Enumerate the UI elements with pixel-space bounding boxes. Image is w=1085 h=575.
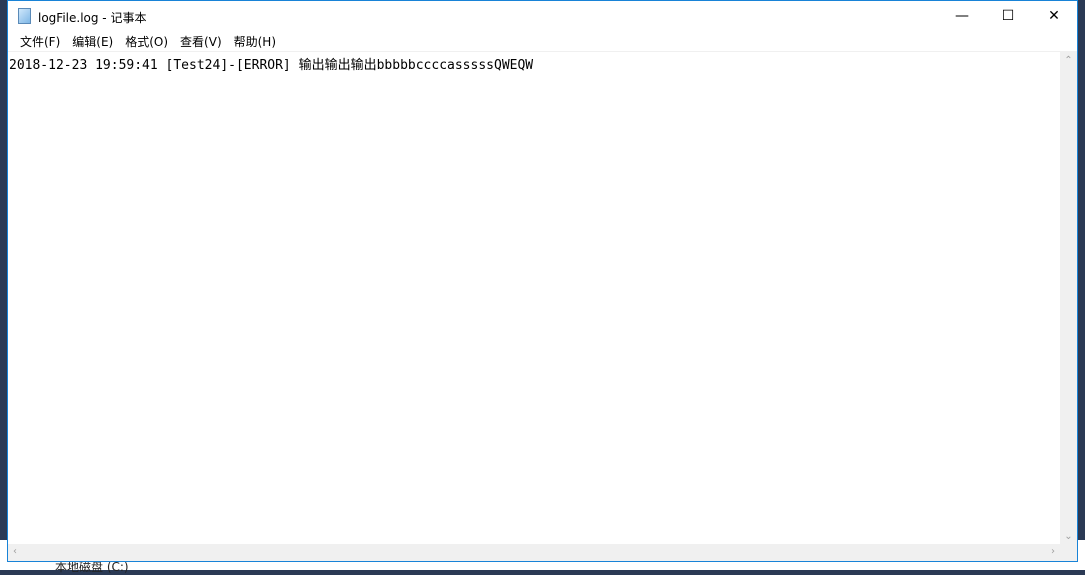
scroll-up-icon[interactable]: ⌃ <box>1060 55 1077 66</box>
horizontal-scrollbar[interactable]: ‹ › <box>8 544 1060 561</box>
close-button[interactable]: ✕ <box>1031 1 1077 31</box>
title-bar[interactable]: logFile.log - 记事本 — ☐ ✕ <box>8 1 1077 31</box>
scroll-left-icon[interactable]: ‹ <box>13 546 17 557</box>
minimize-button[interactable]: — <box>939 1 985 31</box>
menu-help[interactable]: 帮助(H) <box>228 31 282 51</box>
text-editor[interactable]: 2018-12-23 19:59:41 [Test24]-[ERROR] 输出输… <box>8 51 1060 544</box>
vertical-scrollbar[interactable]: ⌃ ⌄ <box>1060 51 1077 544</box>
resize-grip-icon[interactable] <box>1060 544 1077 561</box>
menu-bar: 文件(F) 编辑(E) 格式(O) 查看(V) 帮助(H) <box>8 31 1077 51</box>
notepad-window: logFile.log - 记事本 — ☐ ✕ 文件(F) 编辑(E) 格式(O… <box>7 0 1078 562</box>
menu-format[interactable]: 格式(O) <box>119 31 174 51</box>
notepad-icon <box>18 8 31 24</box>
scroll-right-icon[interactable]: › <box>1051 546 1055 557</box>
menu-view[interactable]: 查看(V) <box>174 31 228 51</box>
menu-edit[interactable]: 编辑(E) <box>66 31 119 51</box>
maximize-button[interactable]: ☐ <box>985 1 1031 31</box>
window-title: logFile.log - 记事本 <box>38 11 147 25</box>
menu-file[interactable]: 文件(F) <box>14 31 66 51</box>
scroll-down-icon[interactable]: ⌄ <box>1060 531 1077 542</box>
